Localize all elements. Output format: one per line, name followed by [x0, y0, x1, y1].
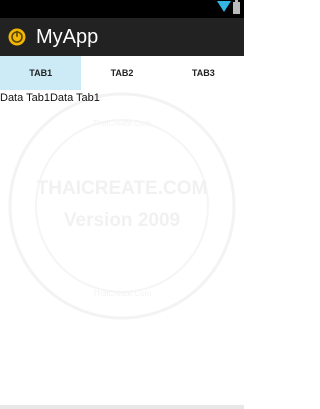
app-logo-icon[interactable]: [8, 28, 26, 46]
tab-content: THAICREATE.COM Version 2009 ThaiCreate.C…: [0, 90, 244, 405]
tab-1-label: TAB1: [29, 68, 53, 78]
app-title: MyApp: [36, 26, 99, 48]
tab-2[interactable]: TAB2: [81, 56, 162, 90]
tab-bar: TAB1 TAB2 TAB3: [0, 56, 244, 90]
tab-1[interactable]: TAB1: [0, 56, 82, 90]
bottom-divider: [0, 405, 244, 409]
watermark-brand: THAICREATE.COM: [37, 178, 208, 199]
tab-content-text: Data Tab1Data Tab1: [0, 92, 100, 104]
battery-icon: [233, 0, 240, 19]
tab-3[interactable]: TAB3: [163, 56, 244, 90]
watermark-ring-bottom: ThaiCreate.Com: [93, 289, 152, 298]
action-bar: MyApp: [0, 18, 244, 56]
status-bar: [0, 0, 244, 18]
tab-3-label: TAB3: [191, 68, 215, 78]
status-icons: [217, 0, 240, 19]
signal-icon: [217, 0, 231, 18]
tab-2-label: TAB2: [110, 68, 134, 78]
watermark-version: Version 2009: [64, 210, 180, 231]
watermark: THAICREATE.COM Version 2009 ThaiCreate.C…: [8, 92, 236, 320]
watermark-ring-top: ThaiCreate.Com: [93, 119, 152, 128]
